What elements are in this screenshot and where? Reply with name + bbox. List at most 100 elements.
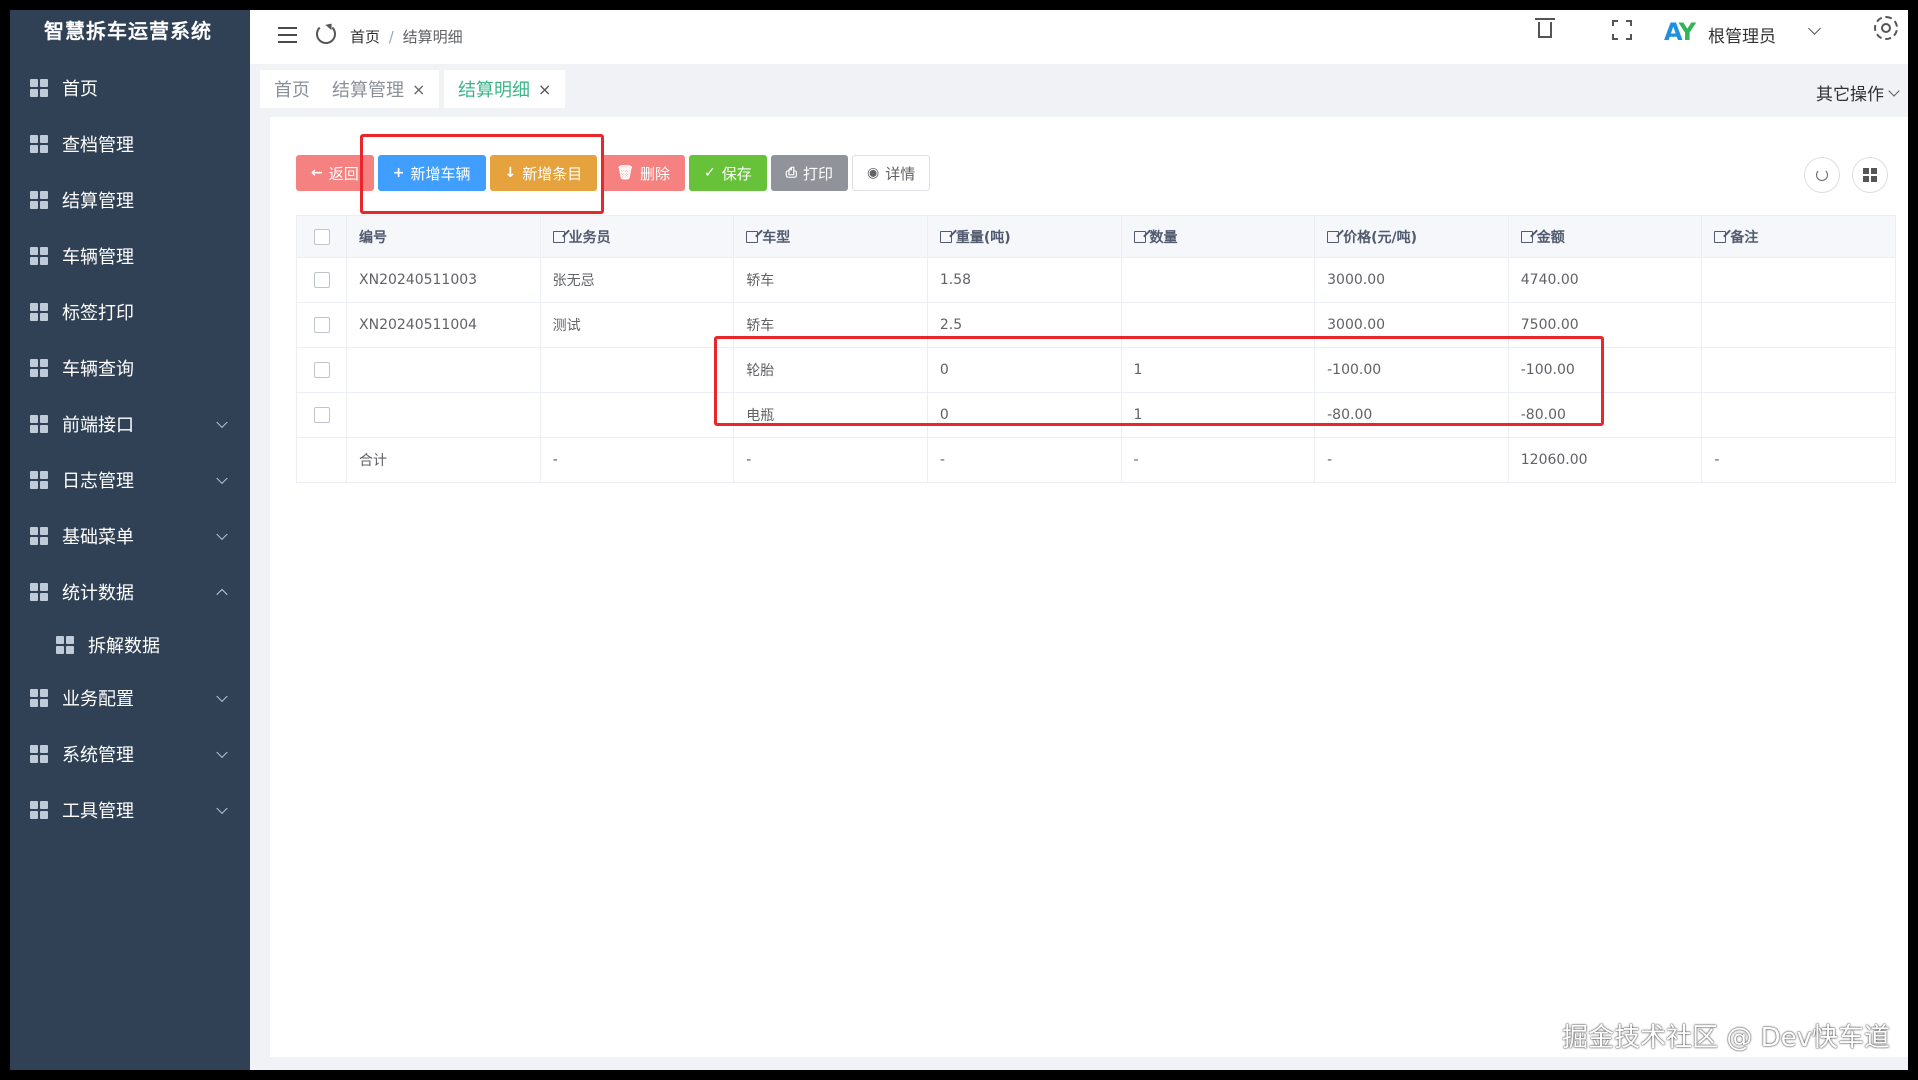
sidebar-item-vehicle-query[interactable]: 车辆查询 (10, 340, 250, 396)
cell-price[interactable]: 3000.00 (1314, 302, 1509, 348)
back-button[interactable]: ← 返回 (296, 155, 374, 191)
cell-weight[interactable]: 0 (926, 392, 1122, 438)
fullscreen-icon[interactable] (1612, 20, 1632, 40)
cell-model[interactable]: 轮胎 (733, 347, 928, 393)
cell-amount[interactable]: 4740.00 (1507, 257, 1703, 303)
column-header-weight[interactable]: 重量(吨) (926, 215, 1122, 258)
sidebar-item-label-print[interactable]: 标签打印 (10, 284, 250, 340)
cell-quantity[interactable]: 1 (1120, 347, 1316, 393)
sidebar-item-label: 车辆管理 (62, 247, 134, 268)
cell-amount[interactable]: 7500.00 (1507, 302, 1703, 348)
refresh-icon[interactable] (316, 24, 336, 44)
cell-remark[interactable] (1701, 257, 1896, 303)
cell-quantity[interactable]: 1 (1120, 392, 1316, 438)
sidebar-item-vehicles[interactable]: 车辆管理 (10, 228, 250, 284)
chevron-down-icon[interactable] (1808, 22, 1821, 35)
tab-settlement[interactable]: 结算管理 × (318, 70, 440, 108)
refresh-table-button[interactable] (1804, 157, 1840, 193)
action-toolbar: ← 返回 + 新增车辆 ↓ 新增条目 🗑 删除 ✓ 保存 ⎙ 打印 ◉ 详情 (296, 155, 931, 191)
cell-code[interactable] (346, 347, 541, 393)
row-checkbox[interactable] (313, 407, 330, 423)
cell-code[interactable]: XN20240511004 (346, 302, 541, 348)
row-checkbox[interactable] (313, 272, 330, 288)
cell-remark[interactable] (1701, 347, 1896, 393)
cell-model[interactable]: 轿车 (733, 302, 928, 348)
cell-amount[interactable]: -80.00 (1507, 392, 1703, 438)
tab-settlement-detail[interactable]: 结算明细 × (444, 70, 566, 108)
cell-model[interactable]: 电瓶 (733, 392, 928, 438)
table-row[interactable]: 电瓶 0 1 -80.00 -80.00 (296, 392, 1896, 438)
sidebar-item-logs[interactable]: 日志管理 (10, 452, 250, 508)
close-icon[interactable]: × (412, 80, 425, 99)
cell-price[interactable]: -80.00 (1314, 392, 1509, 438)
gear-icon[interactable] (1874, 16, 1898, 40)
cell-remark[interactable] (1701, 302, 1896, 348)
delete-label: 删除 (640, 164, 671, 183)
grid-icon (30, 527, 48, 545)
detail-button[interactable]: ◉ 详情 (852, 155, 931, 191)
add-vehicle-button[interactable]: + 新增车辆 (377, 155, 486, 191)
column-header-salesman[interactable]: 业务员 (539, 215, 735, 258)
cell-code[interactable]: XN20240511003 (346, 257, 541, 303)
table-row[interactable]: 轮胎 0 1 -100.00 -100.00 (296, 347, 1896, 393)
sidebar-subitem-dismantle-data[interactable]: 拆解数据 (10, 620, 250, 670)
arrow-down-icon: ↓ (504, 165, 517, 181)
sidebar-item-system[interactable]: 系统管理 (10, 726, 250, 782)
cell-weight[interactable]: 2.5 (926, 302, 1122, 348)
breadcrumb-home[interactable]: 首页 (350, 28, 380, 46)
cell-code[interactable] (346, 392, 541, 438)
sidebar-item-label: 业务配置 (62, 689, 134, 710)
cell-quantity[interactable] (1120, 257, 1316, 303)
cell-weight[interactable]: 1.58 (926, 257, 1122, 303)
column-header-model[interactable]: 车型 (733, 215, 928, 258)
column-header-quantity[interactable]: 数量 (1120, 215, 1316, 258)
sidebar-item-archive[interactable]: 查档管理 (10, 116, 250, 172)
cell-model[interactable]: 轿车 (733, 257, 928, 303)
row-checkbox[interactable] (313, 362, 330, 378)
tab-home[interactable]: 首页 (260, 70, 324, 108)
cell-salesman[interactable]: 张无忌 (539, 257, 735, 303)
sidebar-item-home[interactable]: 首页 (10, 60, 250, 116)
sidebar-item-tools[interactable]: 工具管理 (10, 782, 250, 838)
delete-button[interactable]: 🗑 删除 (601, 155, 686, 191)
cell-price[interactable]: -100.00 (1314, 347, 1509, 393)
close-icon[interactable]: × (538, 80, 551, 99)
avatar-letter-y: Y (1678, 18, 1697, 46)
add-item-button[interactable]: ↓ 新增条目 (489, 155, 598, 191)
sidebar-item-settlement[interactable]: 结算管理 (10, 172, 250, 228)
user-avatar[interactable]: AY (1664, 18, 1698, 46)
cell-salesman[interactable]: 测试 (539, 302, 735, 348)
save-button[interactable]: ✓ 保存 (689, 155, 767, 191)
cell-salesman[interactable] (539, 392, 735, 438)
print-button[interactable]: ⎙ 打印 (770, 155, 849, 191)
column-header-remark[interactable]: 备注 (1701, 215, 1896, 258)
columns-toggle-button[interactable] (1852, 157, 1888, 193)
sidebar-item-base-menu[interactable]: 基础菜单 (10, 508, 250, 564)
cell-salesman[interactable] (539, 347, 735, 393)
column-header-label: 金额 (1536, 229, 1565, 246)
summary-label: 合计 (346, 437, 541, 483)
hamburger-icon[interactable] (278, 27, 297, 43)
sidebar-item-frontend-api[interactable]: 前端接口 (10, 396, 250, 452)
select-all-checkbox[interactable] (313, 228, 330, 245)
cell-weight[interactable]: 0 (926, 347, 1122, 393)
column-header-code[interactable]: 编号 (346, 215, 541, 258)
edit-icon (1520, 230, 1533, 243)
user-name[interactable]: 根管理员 (1708, 22, 1776, 47)
cell-remark[interactable] (1701, 392, 1896, 438)
sidebar-item-business-config[interactable]: 业务配置 (10, 670, 250, 726)
trash-icon[interactable] (1535, 16, 1555, 38)
cell-quantity[interactable] (1120, 302, 1316, 348)
row-checkbox[interactable] (313, 317, 330, 333)
table-row[interactable]: XN20240511003 张无忌 轿车 1.58 3000.00 4740.0… (296, 257, 1896, 303)
column-header-price[interactable]: 价格(元/吨) (1314, 215, 1509, 258)
edit-icon (939, 230, 952, 243)
cell-price[interactable]: 3000.00 (1314, 257, 1509, 303)
other-operations-dropdown[interactable]: 其它操作 (1816, 80, 1900, 105)
sidebar-item-statistics[interactable]: 统计数据 (10, 564, 250, 620)
column-header-amount[interactable]: 金额 (1507, 215, 1703, 258)
edit-icon (746, 230, 759, 243)
table-row[interactable]: XN20240511004 测试 轿车 2.5 3000.00 7500.00 (296, 302, 1896, 348)
cell-amount[interactable]: -100.00 (1507, 347, 1703, 393)
breadcrumb-separator: / (388, 28, 394, 46)
